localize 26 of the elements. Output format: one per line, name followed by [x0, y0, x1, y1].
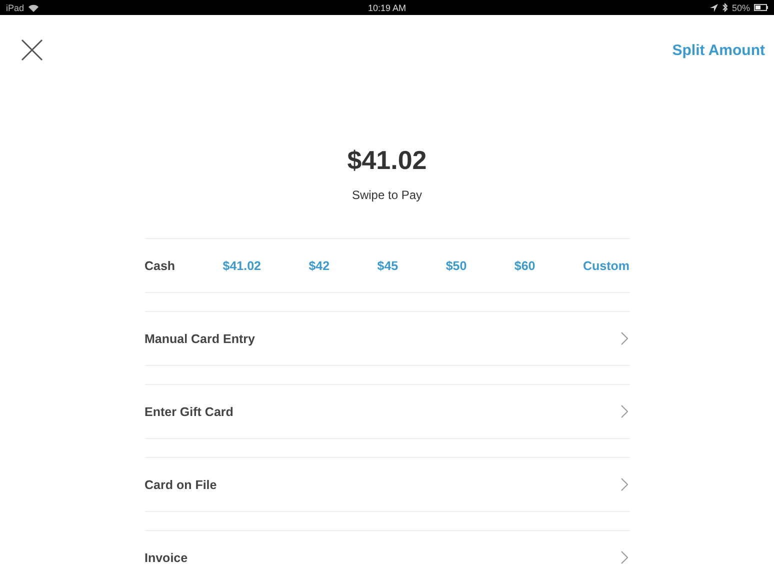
payment-method-row[interactable]: Invoice	[144, 530, 630, 567]
battery-percent: 50%	[732, 2, 750, 12]
status-time: 10:19 AM	[368, 2, 406, 12]
cash-label: Cash	[144, 258, 176, 272]
payment-method-row[interactable]: Manual Card Entry	[144, 311, 630, 366]
battery-icon	[754, 4, 768, 11]
device-name: iPad	[6, 2, 24, 12]
cash-option[interactable]: Custom	[582, 258, 630, 272]
chevron-icon	[620, 478, 628, 491]
wifi-icon	[28, 4, 40, 12]
cash-option[interactable]: $41.02	[222, 258, 262, 272]
payment-method-row[interactable]: Enter Gift Card	[144, 384, 630, 439]
split-amount-button[interactable]: Split Amount	[672, 42, 765, 58]
bluetooth-icon	[722, 3, 728, 12]
chevron-icon	[620, 405, 628, 418]
payment-method-row[interactable]: Card on File	[144, 457, 630, 512]
cash-option[interactable]: $42	[308, 258, 330, 272]
swipe-prompt: Swipe to Pay	[350, 188, 424, 202]
cash-option[interactable]: $45	[377, 258, 398, 272]
cash-option[interactable]: $60	[514, 258, 536, 272]
chevron-icon	[620, 551, 628, 564]
location-icon	[710, 4, 718, 12]
close-icon[interactable]	[21, 39, 43, 61]
chevron-icon	[620, 332, 628, 345]
cash-option[interactable]: $50	[446, 258, 467, 272]
amount-total: $41.02	[346, 145, 428, 176]
